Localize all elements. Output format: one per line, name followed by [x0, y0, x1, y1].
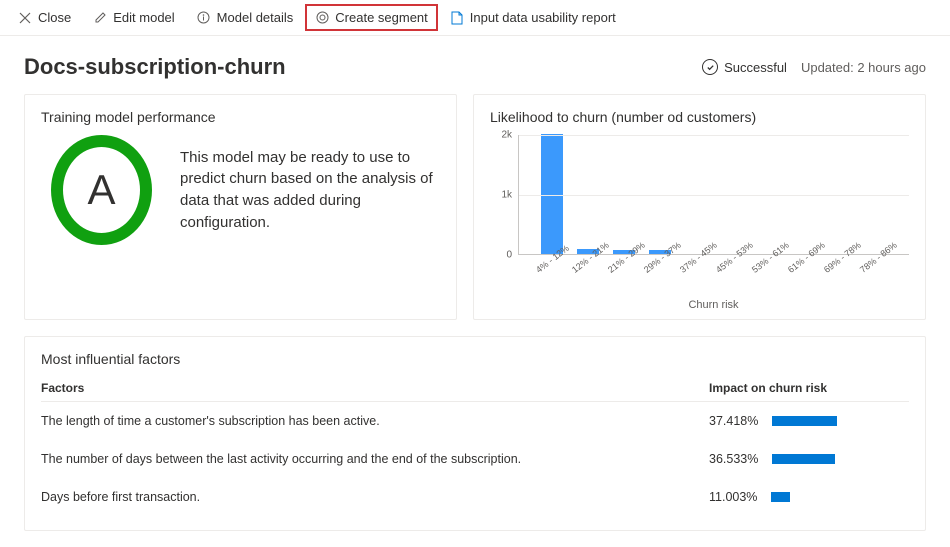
create-segment-button[interactable]: Create segment — [305, 4, 438, 31]
chart-area: 2k 1k 0 4% - 12%12% - 21%21% - 29%29% - … — [490, 135, 909, 305]
factor-label: The length of time a customer's subscrip… — [41, 414, 709, 428]
perf-description: This model may be ready to use to predic… — [180, 147, 440, 234]
grade-letter: A — [87, 166, 115, 214]
factor-label: The number of days between the last acti… — [41, 452, 709, 466]
chart-title: Likelihood to churn (number od customers… — [490, 109, 909, 125]
table-row: The length of time a customer's subscrip… — [41, 402, 909, 440]
table-row: The number of days between the last acti… — [41, 440, 909, 478]
grade-circle: A — [51, 135, 152, 245]
x-tick-label: 12% - 21% — [570, 253, 593, 274]
usability-report-label: Input data usability report — [470, 10, 616, 25]
chart-plot — [518, 135, 909, 255]
info-icon — [197, 11, 211, 25]
factors-table-header: Factors Impact on churn risk — [41, 381, 909, 402]
impact-percent: 36.533% — [709, 452, 758, 466]
impact-cell: 37.418% — [709, 414, 909, 428]
edit-model-button[interactable]: Edit model — [83, 4, 184, 31]
y-tick: 1k — [501, 190, 512, 201]
x-axis-labels: 4% - 12%12% - 21%21% - 29%29% - 37%37% -… — [518, 259, 909, 269]
impact-bar — [772, 416, 837, 426]
create-segment-label: Create segment — [335, 10, 428, 25]
header-status: Successful Updated: 2 hours ago — [702, 59, 926, 75]
impact-cell: 36.533% — [709, 452, 909, 466]
impact-bar — [771, 492, 790, 502]
y-axis: 2k 1k 0 — [490, 135, 514, 255]
check-circle-icon — [702, 59, 718, 75]
close-button[interactable]: Close — [8, 4, 81, 31]
impact-bar-wrap — [771, 492, 861, 502]
page-title: Docs-subscription-churn — [24, 54, 286, 80]
x-tick-label: 29% - 37% — [642, 253, 665, 274]
x-tick-label: 4% - 12% — [534, 253, 557, 274]
x-axis-title: Churn risk — [518, 299, 909, 311]
x-tick-label: 78% - 86% — [858, 253, 881, 274]
factors-title: Most influential factors — [41, 351, 909, 367]
impact-bar-wrap — [772, 454, 862, 464]
x-tick-label: 21% - 29% — [606, 253, 629, 274]
x-tick-label: 37% - 45% — [678, 253, 701, 274]
updated-text: Updated: 2 hours ago — [801, 60, 926, 75]
close-icon — [18, 11, 32, 25]
col-header-factor: Factors — [41, 381, 709, 395]
impact-percent: 37.418% — [709, 414, 758, 428]
churn-chart-card: Likelihood to churn (number od customers… — [473, 94, 926, 320]
x-tick-label: 45% - 53% — [714, 253, 737, 274]
training-performance-card: Training model performance A This model … — [24, 94, 457, 320]
page-header: Docs-subscription-churn Successful Updat… — [0, 36, 950, 94]
x-tick-label: 53% - 61% — [750, 253, 773, 274]
factors-table-body: The length of time a customer's subscrip… — [41, 402, 909, 516]
col-header-impact: Impact on churn risk — [709, 381, 909, 395]
x-tick-label: 61% - 69% — [786, 253, 809, 274]
impact-bar-wrap — [772, 416, 862, 426]
y-tick: 2k — [501, 130, 512, 141]
table-row: Days before first transaction. 11.003% — [41, 478, 909, 516]
edit-model-label: Edit model — [113, 10, 174, 25]
close-label: Close — [38, 10, 71, 25]
status-text: Successful — [724, 60, 787, 75]
status-badge: Successful — [702, 59, 787, 75]
model-details-button[interactable]: Model details — [187, 4, 304, 31]
target-icon — [315, 11, 329, 25]
factor-label: Days before first transaction. — [41, 490, 709, 504]
impact-bar — [772, 454, 835, 464]
impact-percent: 11.003% — [709, 490, 757, 504]
usability-report-button[interactable]: Input data usability report — [440, 4, 626, 31]
impact-cell: 11.003% — [709, 490, 909, 504]
pencil-icon — [93, 11, 107, 25]
x-tick-label: 69% - 78% — [822, 253, 845, 274]
document-icon — [450, 11, 464, 25]
influential-factors-card: Most influential factors Factors Impact … — [24, 336, 926, 531]
y-tick: 0 — [506, 250, 512, 261]
model-details-label: Model details — [217, 10, 294, 25]
perf-card-title: Training model performance — [41, 109, 440, 125]
command-bar: Close Edit model Model details Create se… — [0, 0, 950, 36]
